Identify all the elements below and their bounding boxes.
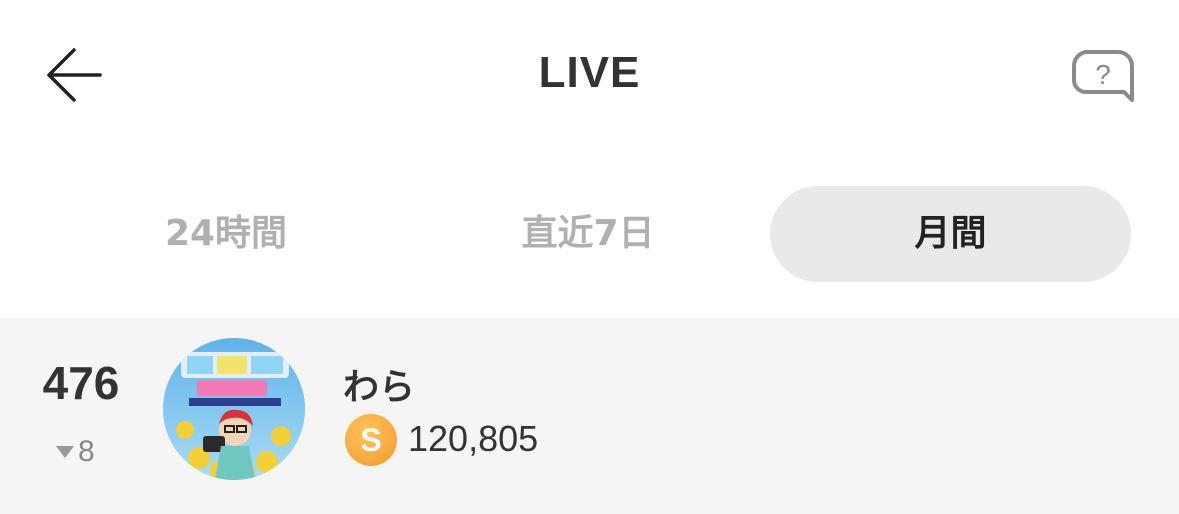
- rank-change: 8: [56, 434, 95, 470]
- rank-change-value: 8: [78, 435, 95, 468]
- tab-24h[interactable]: 24時間: [46, 186, 406, 282]
- page-title: LIVE: [538, 48, 641, 97]
- tab-recent-7-days[interactable]: 直近7日: [406, 186, 770, 282]
- period-tabs: 24時間 直近7日 月間: [0, 186, 1179, 282]
- coin-symbol: S: [360, 422, 382, 458]
- avatar[interactable]: [163, 338, 305, 480]
- question-bubble-icon: ?: [1071, 50, 1134, 102]
- user-name: わら: [343, 367, 416, 408]
- ranking-row[interactable]: 476 8 わら S 120,805: [0, 318, 1179, 514]
- app-header: LIVE ?: [0, 0, 1179, 150]
- tab-monthly[interactable]: 月間: [770, 186, 1131, 282]
- help-button[interactable]: ?: [1070, 48, 1136, 104]
- points-value: 120,805: [408, 418, 539, 459]
- coin-icon: S: [345, 414, 397, 466]
- avatar-image: [163, 338, 305, 480]
- rank-number: 476: [42, 357, 120, 409]
- triangle-down-icon: [56, 446, 74, 458]
- svg-text:?: ?: [1095, 59, 1111, 90]
